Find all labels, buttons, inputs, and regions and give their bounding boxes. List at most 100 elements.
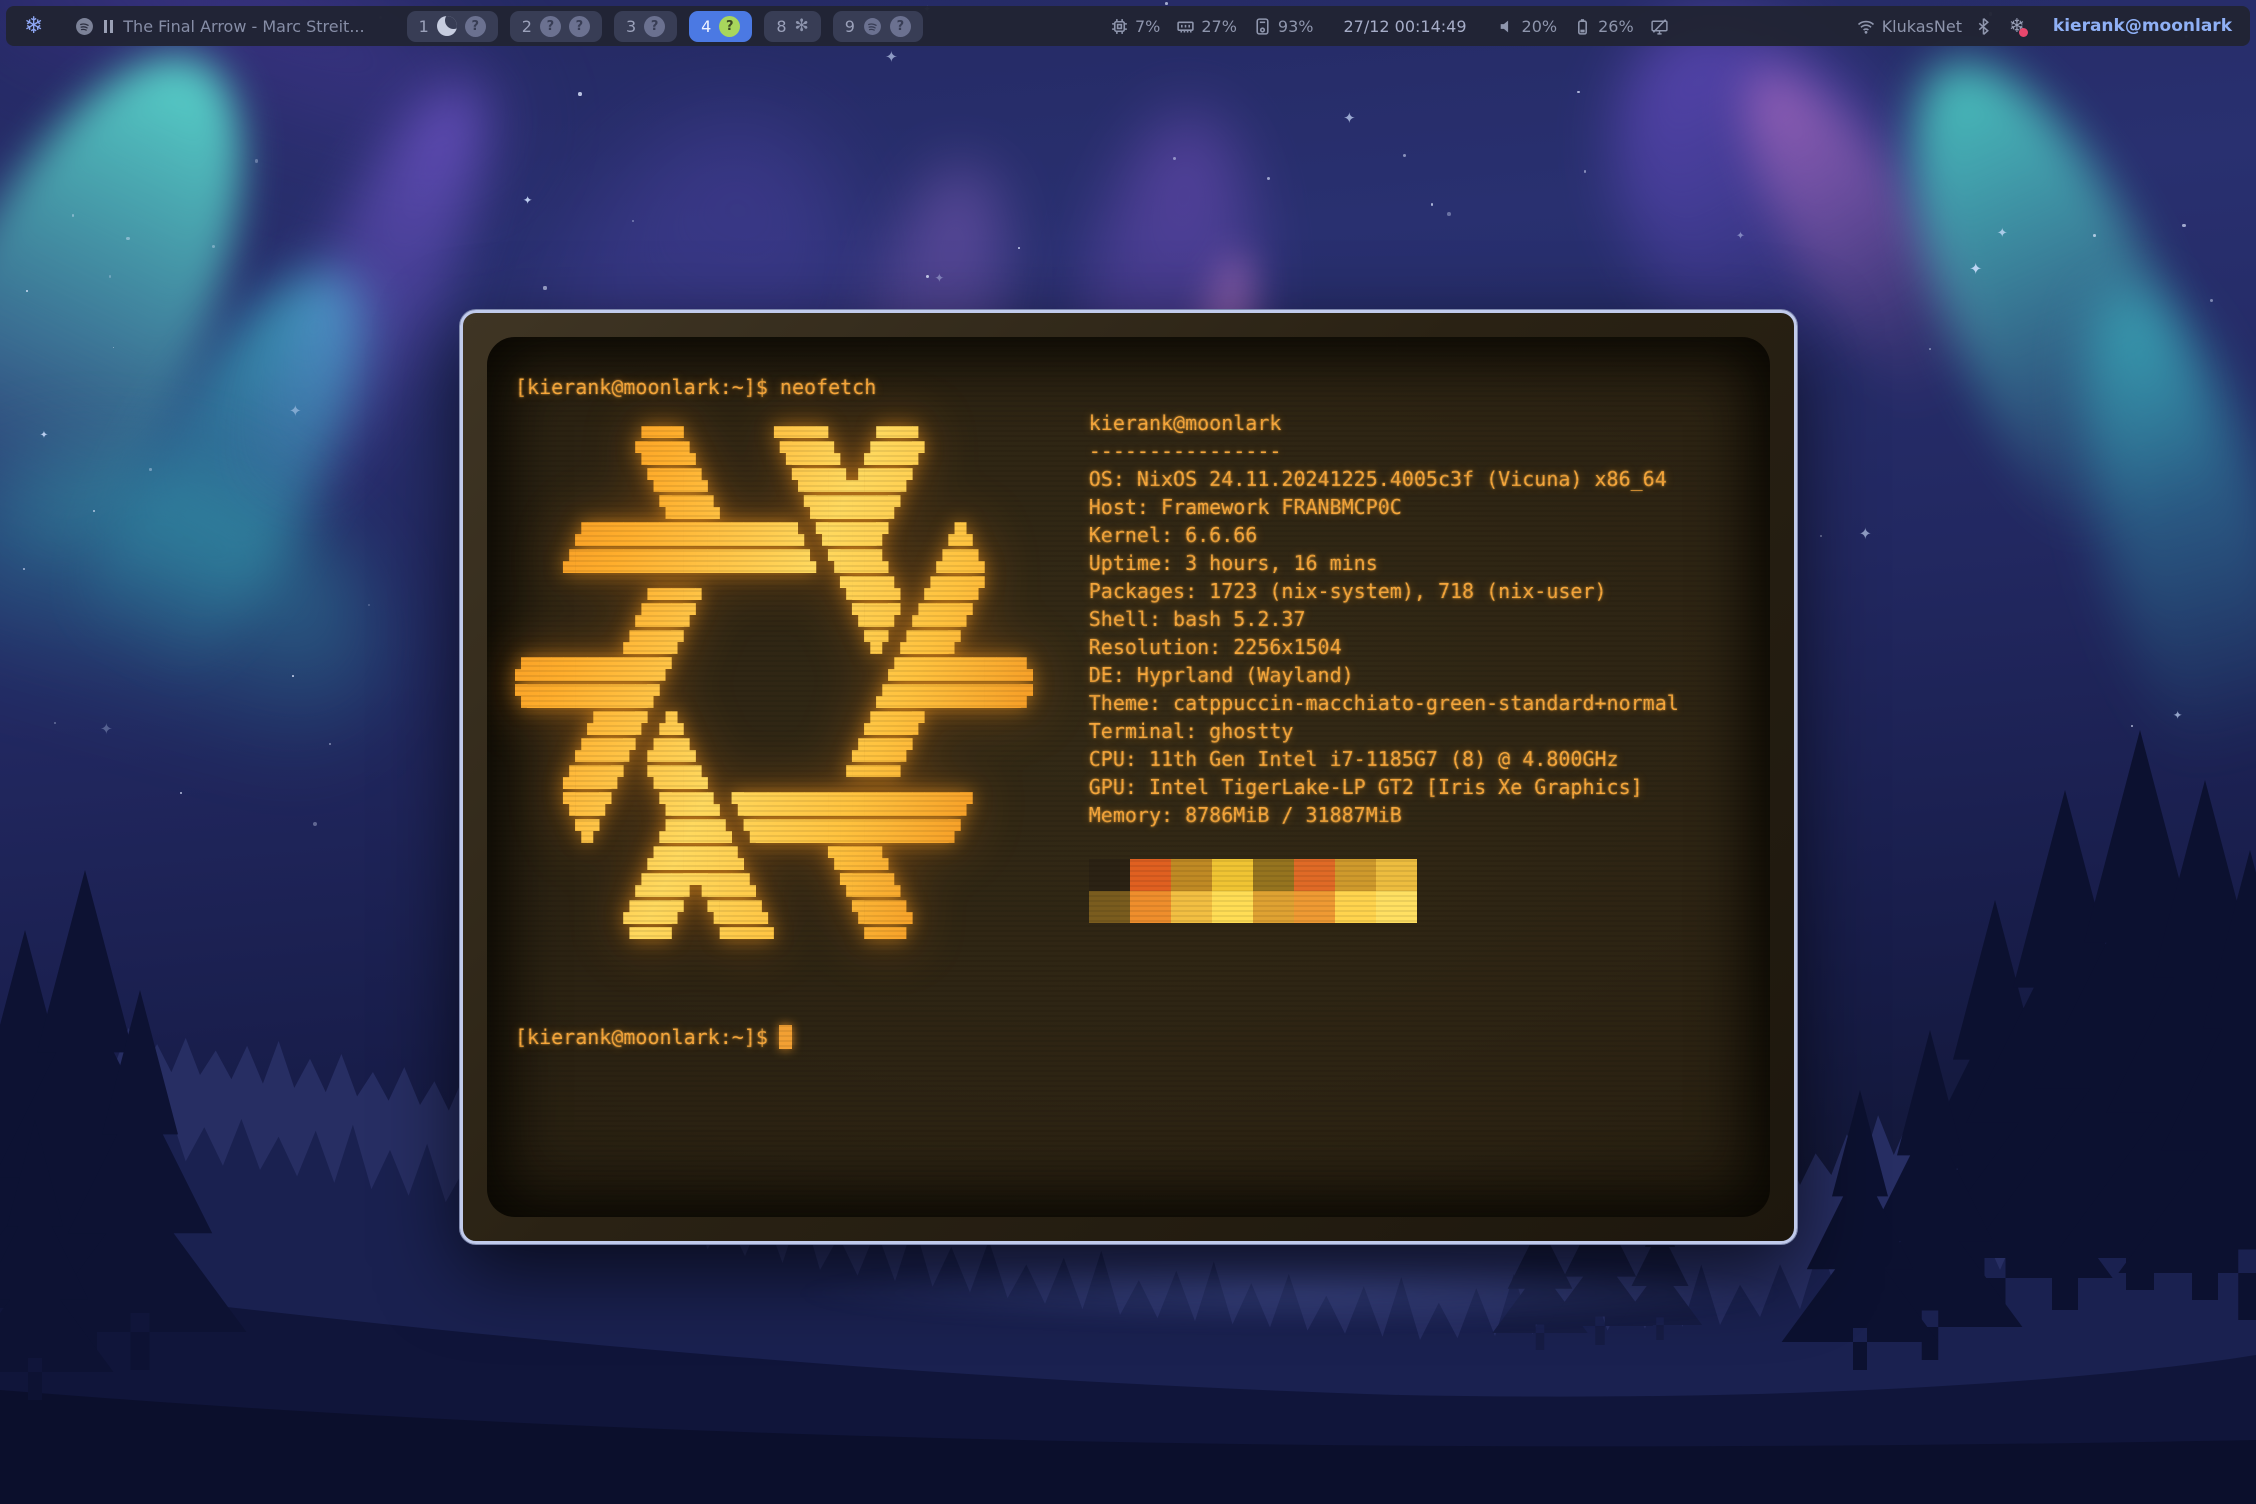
workspace-number: 1 [419,17,429,36]
palette-swatch [1212,891,1253,923]
palette-swatch [1335,859,1376,891]
neofetch-de: DE: Hyprland (Wayland) [1089,661,1679,689]
volume-level: 20% [1522,17,1558,36]
palette-swatch [1335,891,1376,923]
question-app-icon: ? [569,16,590,37]
workspace-2[interactable]: 2 ? ? [510,11,602,42]
question-app-icon: ? [890,16,911,37]
workspace-3[interactable]: 3 ? [614,11,677,42]
workspace-9[interactable]: 9 ? [833,11,923,42]
nix-tray-icon[interactable]: ❄ [2009,17,2025,36]
workspace-8[interactable]: 8 ✻ [764,11,820,42]
neofetch-output: ▗▄▄▄ ▗▄▄▄▄ ▄▄▄▖ ▜███▙ ▜███▙ ▟███▛ ▜███▙ … [515,409,1750,953]
disk-module[interactable]: 93% [1253,17,1314,36]
palette-swatch [1253,891,1294,923]
speaker-icon [1497,17,1516,36]
terminal-color-palette [1089,859,1679,923]
shell-prompt-line-2: [kierank@moonlark:~]$ [515,1025,1750,1049]
palette-row-2 [1089,891,1679,923]
nixos-ascii-logo: ▗▄▄▄ ▗▄▄▄▄ ▄▄▄▖ ▜███▙ ▜███▙ ▟███▛ ▜███▙ … [515,413,1033,953]
palette-swatch [1089,891,1130,923]
status-bar: ❄ The Final Arrow - Marc Streit... 1 ? 2… [6,6,2250,46]
palette-swatch [1130,859,1171,891]
battery-icon [1573,17,1592,36]
shell-prompt-line: [kierank@moonlark:~]$ neofetch [515,373,1750,401]
network-name: KlukasNet [1882,17,1962,36]
shell-command: neofetch [768,375,876,399]
media-player-module[interactable]: The Final Arrow - Marc Streit... [75,17,364,36]
media-title: The Final Arrow - Marc Streit... [123,17,364,36]
terminal-screen[interactable]: [kierank@moonlark:~]$ neofetch ▗▄▄▄ ▗▄▄▄… [487,337,1770,1217]
neofetch-uptime: Uptime: 3 hours, 16 mins [1089,549,1679,577]
bar-center: 7% 27% 93% 27/12 00:14:49 20% 26% [1110,17,1669,36]
spotify-app-icon [863,17,882,36]
question-app-icon: ? [540,16,561,37]
pause-icon [104,20,113,33]
volume-module[interactable]: 20% [1497,17,1558,36]
workspace-1[interactable]: 1 ? [407,11,498,42]
neofetch-cpu: CPU: 11th Gen Intel i7-1185G7 (8) @ 4.80… [1089,745,1679,773]
question-app-icon: ? [644,16,665,37]
workspace-4-active[interactable]: 4 ? [689,11,752,42]
disk-usage: 93% [1278,17,1314,36]
palette-swatch [1089,859,1130,891]
palette-swatch [1376,891,1417,923]
nixos-menu-icon[interactable]: ❄ [24,15,43,38]
workspace-number: 8 [776,17,786,36]
palette-swatch [1253,859,1294,891]
workspace-number: 9 [845,17,855,36]
palette-swatch [1212,859,1253,891]
wifi-icon [1856,17,1876,36]
battery-module[interactable]: 26% [1573,17,1634,36]
terminal-cursor [779,1025,792,1049]
lake-glow [790,1258,1790,1328]
neofetch-os: OS: NixOS 24.11.20241225.4005c3f (Vicuna… [1089,465,1679,493]
question-app-icon: ? [465,16,486,37]
memory-icon [1176,17,1195,36]
workspace-number: 2 [522,17,532,36]
neofetch-packages: Packages: 1723 (nix-system), 718 (nix-us… [1089,577,1679,605]
terminal-window[interactable]: [kierank@moonlark:~]$ neofetch ▗▄▄▄ ▗▄▄▄… [460,310,1797,1244]
bluetooth-icon[interactable] [1976,17,1991,36]
neofetch-kernel: Kernel: 6.6.66 [1089,521,1679,549]
palette-swatch [1294,859,1335,891]
bar-right: KlukasNet ❄ kierank@moonlark [1856,16,2232,36]
monitor-off-icon [1650,17,1669,36]
cpu-module[interactable]: 7% [1110,17,1160,36]
question-app-icon: ? [719,16,740,37]
network-module[interactable]: KlukasNet [1856,17,1962,36]
disk-icon [1253,17,1272,36]
palette-swatch [1376,859,1417,891]
battery-level: 26% [1598,17,1634,36]
neofetch-theme: Theme: catppuccin-macchiato-green-standa… [1089,689,1679,717]
clock-module[interactable]: 27/12 00:14:49 [1343,17,1466,36]
workspace-number: 3 [626,17,636,36]
neofetch-host: Host: Framework FRANBMCP0C [1089,493,1679,521]
palette-swatch [1294,891,1335,923]
pinwheel-app-icon: ✻ [795,16,809,36]
desktop: ✦✦✦✦✦✦✦✦✦✦✦✦✦✦✦✦✦✦ [kierank@moonlark:~]$… [0,0,2256,1504]
workspace-number: 4 [701,17,711,36]
neofetch-resolution: Resolution: 2256x1504 [1089,633,1679,661]
memory-usage: 27% [1201,17,1237,36]
palette-row-1 [1089,859,1679,891]
memory-module[interactable]: 27% [1176,17,1237,36]
user-identity: kierank@moonlark [2053,16,2232,36]
neofetch-title: kierank@moonlark [1089,409,1679,437]
neofetch-separator: ---------------- [1089,437,1679,465]
palette-swatch [1130,891,1171,923]
neofetch-shell: Shell: bash 5.2.37 [1089,605,1679,633]
cpu-usage: 7% [1135,17,1160,36]
clock-text: 27/12 00:14:49 [1343,17,1466,36]
idle-inhibitor-module[interactable] [1650,17,1669,36]
moon-icon [437,16,457,36]
shell-prompt: [kierank@moonlark:~]$ [515,1025,768,1049]
neofetch-gpu: GPU: Intel TigerLake-LP GT2 [Iris Xe Gra… [1089,773,1679,801]
spotify-icon [75,17,94,36]
workspaces: 1 ? 2 ? ? 3 ? 4 ? 8 [407,11,923,42]
shell-prompt: [kierank@moonlark:~]$ [515,375,768,399]
neofetch-info: kierank@moonlark ---------------- OS: Ni… [1089,409,1679,953]
cpu-icon [1110,17,1129,36]
neofetch-terminal: Terminal: ghostty [1089,717,1679,745]
neofetch-memory: Memory: 8786MiB / 31887MiB [1089,801,1679,829]
